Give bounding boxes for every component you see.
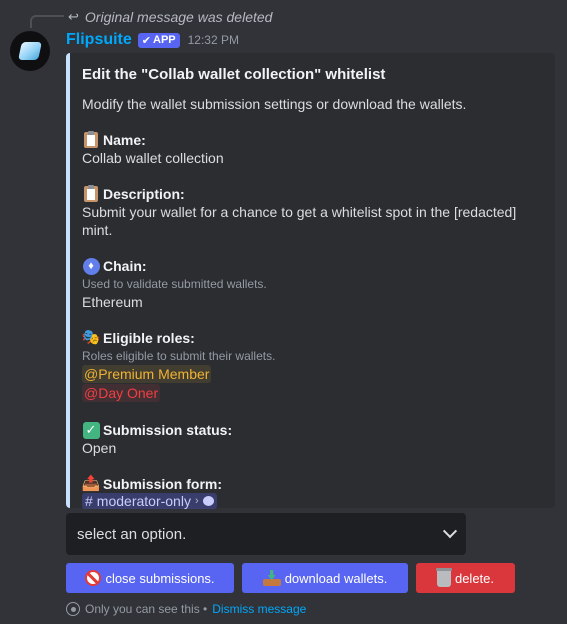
channel-mention[interactable]: # moderator-only › [82, 493, 217, 509]
chevron-right-icon: › [194, 495, 199, 507]
close-submissions-button[interactable]: close submissions. [66, 563, 234, 593]
clipboard-icon [82, 185, 100, 203]
field-description: Description: Submit your wallet for a ch… [82, 185, 543, 239]
thread-bubble-icon [202, 496, 214, 506]
app-badge: ✔ APP [137, 32, 180, 48]
download-wallets-button[interactable]: download wallets. [242, 563, 408, 593]
reply-text: Original message was deleted [84, 9, 273, 25]
app-badge-label: APP [153, 34, 176, 46]
button-label: close submissions. [105, 570, 215, 586]
dismiss-message-link[interactable]: Dismiss message [212, 602, 306, 616]
field-value: Collab wallet collection [82, 150, 224, 166]
chevron-down-icon [442, 524, 458, 539]
field-label: Eligible roles: [103, 330, 195, 346]
hash-icon: # [85, 493, 93, 509]
reply-preview[interactable]: ↩ Original message was deleted [68, 8, 272, 26]
wastebasket-icon [435, 567, 452, 587]
ephemeral-notice: Only you can see this • Dismiss message [66, 601, 306, 617]
embed-description: Modify the wallet submission settings or… [82, 96, 467, 112]
button-label: download wallets. [284, 570, 388, 586]
outbox-tray-icon: 📤 [81, 475, 101, 492]
field-label: Submission status: [103, 422, 233, 438]
embed: Edit the "Collab wallet collection" whit… [66, 53, 555, 511]
field-label: Chain: [103, 258, 147, 274]
prohibited-icon [85, 570, 102, 586]
select-placeholder: select an option. [77, 525, 187, 543]
field-subtext: Roles eligible to submit their wallets. [82, 349, 276, 363]
message-header: Flipsuite ✔ APP 12:32 PM [66, 30, 239, 50]
flipsuite-logo-icon [18, 42, 42, 60]
timestamp[interactable]: 12:32 PM [188, 33, 239, 47]
inbox-tray-icon [262, 570, 281, 586]
ethereum-icon: ♦ [82, 257, 100, 275]
field-subtext: Used to validate submitted wallets. [82, 277, 267, 291]
button-label: delete. [454, 570, 495, 586]
field-roles: 🎭 Eligible roles: Roles eligible to subm… [82, 329, 543, 403]
option-select[interactable]: select an option. [66, 513, 466, 555]
embed-title: Edit the "Collab wallet collection" whit… [82, 66, 386, 83]
role-mention-premium[interactable]: @Premium Member [82, 365, 212, 383]
role-mention-day-oner[interactable]: @Day Oner [82, 384, 161, 402]
field-name: Name: Collab wallet collection [82, 131, 543, 167]
delete-button[interactable]: delete. [416, 563, 515, 593]
ephemeral-text: Only you can see this • [85, 602, 208, 616]
reply-connector [30, 15, 64, 28]
clipboard-icon [82, 131, 100, 149]
avatar[interactable] [10, 31, 50, 71]
checkmark-icon: ✔ [141, 34, 151, 47]
performing-arts-icon: 🎭 [81, 329, 101, 346]
field-value: Open [82, 440, 117, 456]
field-form: 📤 Submission form: # moderator-only › [82, 475, 543, 511]
reply-arrow-icon: ↩ [68, 9, 79, 24]
channel-name: moderator-only [96, 493, 191, 509]
check-mark-icon: ✓ [82, 421, 100, 439]
field-label: Name: [103, 132, 146, 148]
field-status: ✓ Submission status: Open [82, 421, 543, 457]
eye-icon [66, 602, 80, 616]
field-label: Description: [103, 186, 185, 202]
field-value: Ethereum [82, 294, 143, 310]
field-value: Submit your wallet for a chance to get a… [82, 204, 517, 238]
author-name[interactable]: Flipsuite [66, 31, 132, 49]
field-label: Submission form: [103, 476, 223, 492]
field-chain: ♦ Chain: Used to validate submitted wall… [82, 257, 543, 311]
